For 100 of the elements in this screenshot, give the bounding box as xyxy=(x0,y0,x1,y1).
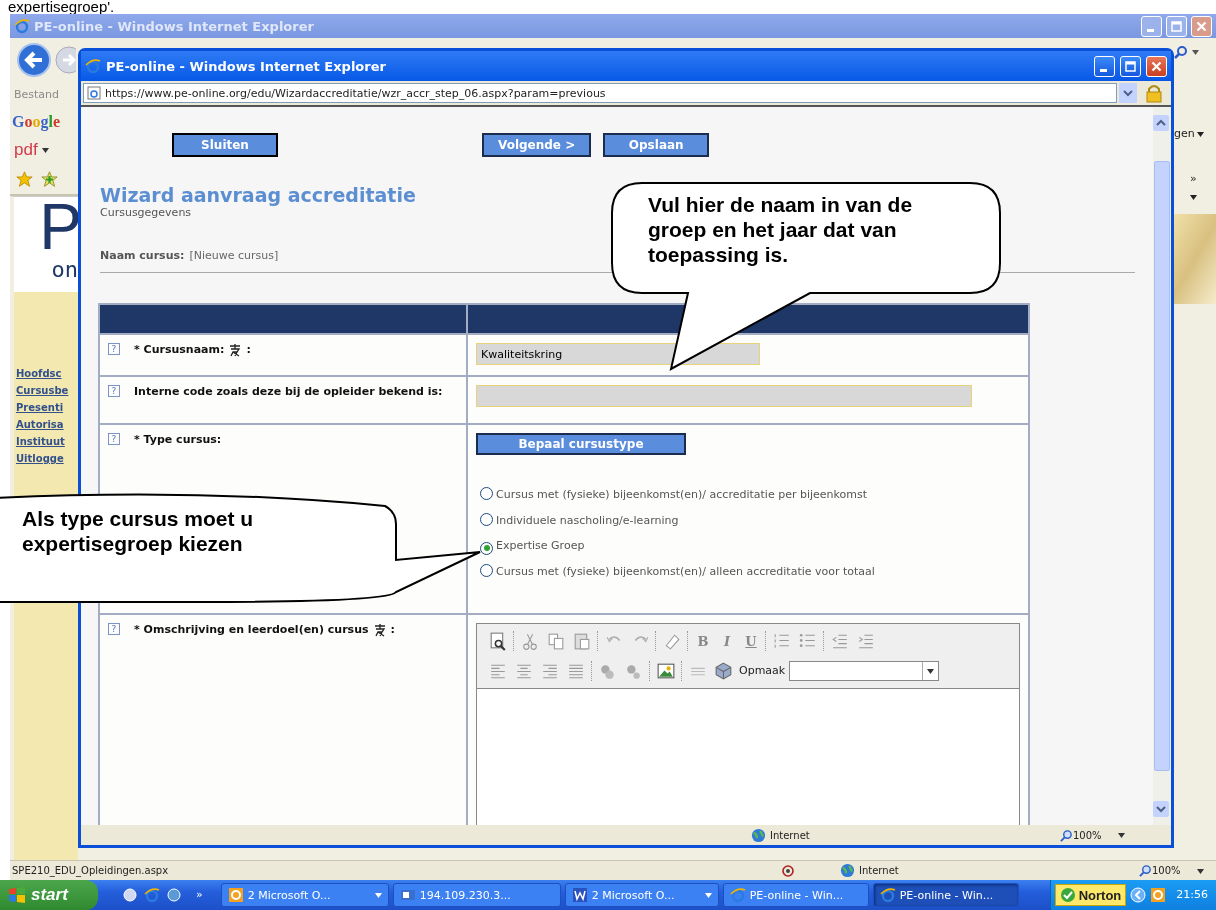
maximize-button[interactable] xyxy=(1120,55,1141,77)
label-colon: : xyxy=(390,623,395,636)
globe-icon xyxy=(751,827,766,843)
window-title: PE-online - Windows Internet Explorer xyxy=(34,18,315,34)
caret-icon xyxy=(1196,131,1204,137)
italic-button[interactable]: I xyxy=(717,633,737,649)
help-icon[interactable]: ? xyxy=(108,433,120,445)
caret-icon xyxy=(374,892,382,898)
toolbar-menu[interactable]: pdf xyxy=(14,140,38,160)
close-icon xyxy=(1151,60,1162,72)
quick-launch-icon[interactable] xyxy=(166,887,182,903)
close-icon xyxy=(1196,20,1207,32)
caret-icon xyxy=(704,892,712,898)
next-button[interactable]: Volgende > xyxy=(482,133,592,157)
forward-button[interactable] xyxy=(54,45,76,75)
tray-icon[interactable] xyxy=(1150,887,1167,903)
save-button[interactable]: Opslaan xyxy=(603,133,710,157)
sidebar-link[interactable]: Autorisa xyxy=(14,419,78,430)
text-field[interactable]: Kwaliteitskring xyxy=(476,343,760,365)
underline-button[interactable]: U xyxy=(741,633,761,649)
help-icon[interactable]: ? xyxy=(108,385,120,397)
app-icon xyxy=(227,887,244,903)
search-icon[interactable] xyxy=(1174,45,1188,59)
glyph-icon xyxy=(228,343,243,357)
label-colon: : xyxy=(246,343,251,356)
star-icon[interactable] xyxy=(16,170,33,188)
norton-button[interactable]: Norton xyxy=(1054,884,1127,906)
overflow-chevron[interactable]: » xyxy=(1190,170,1197,187)
address-field[interactable]: https://www.pe-online.org/edu/Wizardaccreditatie/wzr_accr_step_06.aspx?param=previous xyxy=(83,83,1117,103)
taskbar-button[interactable]: PE-online - Win... xyxy=(872,883,1019,907)
text-field[interactable] xyxy=(476,385,972,407)
security-zone: Internet xyxy=(770,828,811,843)
help-icon[interactable]: ? xyxy=(108,343,120,355)
choose-type-button[interactable]: Bepaal cursustype xyxy=(476,433,686,455)
callout-text: Vul hier de naam in van de groep en het jaar dat van toepassing is. xyxy=(648,192,914,267)
minimize-button[interactable] xyxy=(1094,55,1115,77)
sidebar-link[interactable]: Uitlogge xyxy=(14,453,78,464)
zoom-level[interactable]: 100% xyxy=(1073,827,1102,843)
app-icon xyxy=(571,887,588,903)
radio-button[interactable] xyxy=(480,541,493,555)
field-label: * Type cursus: xyxy=(134,433,222,446)
window-icon xyxy=(1171,20,1182,32)
option-label: Cursus met (fysieke) bijeenkomst(en)/ alleen accreditatie voor totaal xyxy=(496,564,875,578)
callout-text: Als type cursus moet u expertisegroep kiezen xyxy=(22,506,255,556)
security-zone: Internet xyxy=(859,864,900,878)
help-icon[interactable]: ? xyxy=(108,623,120,635)
scrollbar-thumb[interactable] xyxy=(1154,161,1170,771)
bold-button[interactable]: B xyxy=(693,633,713,649)
field-label: Interne code zoals deze bij de opleider bekend is: xyxy=(134,385,443,398)
minimize-icon xyxy=(1099,68,1107,72)
option-label: Individuele nascholing/e-learning xyxy=(496,513,679,527)
page-heading: Wizard aanvraag accreditatie xyxy=(100,185,416,205)
toolbar-menu[interactable]: gen xyxy=(1174,126,1195,143)
scroll-up-button[interactable] xyxy=(1153,115,1169,131)
globe-icon xyxy=(840,863,855,878)
overflow-chevron[interactable]: » xyxy=(196,886,203,904)
zoom-level[interactable]: 100% xyxy=(1152,863,1181,878)
quick-launch-icon[interactable] xyxy=(122,887,138,903)
sidebar-link[interactable]: Cursusbe xyxy=(14,385,78,396)
dropdown-button[interactable] xyxy=(1119,83,1137,103)
zoom-icon xyxy=(1060,828,1073,842)
taskbar-button[interactable]: PE-online - Win... xyxy=(722,883,869,907)
sidebar-link[interactable]: Instituut xyxy=(14,436,78,447)
check-icon xyxy=(1059,887,1076,903)
close-button[interactable] xyxy=(1191,15,1212,37)
caret-icon xyxy=(927,668,935,674)
close-button[interactable]: Sluiten xyxy=(172,133,278,157)
glyph-icon xyxy=(372,623,387,637)
radio-button[interactable] xyxy=(480,487,493,500)
menu-item[interactable]: Bestand xyxy=(14,86,60,104)
ie-logo-icon xyxy=(729,887,746,903)
ie-logo-icon xyxy=(879,887,896,903)
option-label: Cursus met (fysieke) bijeenkomst(en)/ accreditatie per bijeenkomst xyxy=(496,488,867,501)
taskbar-button[interactable]: 2 Microsoft O... xyxy=(220,883,389,907)
start-button[interactable]: start xyxy=(0,880,98,910)
taskbar-button[interactable]: 2 Microsoft O... xyxy=(564,883,719,907)
minimize-icon xyxy=(1146,28,1154,32)
page-subheading: Cursusgegevens xyxy=(100,206,192,221)
ie-logo-icon[interactable] xyxy=(144,887,160,903)
radio-button[interactable] xyxy=(480,563,493,577)
scroll-down-button[interactable] xyxy=(1153,801,1169,817)
windows-flag-icon xyxy=(8,886,26,904)
sidebar-link[interactable]: Presenti xyxy=(14,402,78,413)
caret-icon xyxy=(1196,868,1204,874)
back-button[interactable] xyxy=(16,42,52,78)
app-icon xyxy=(399,887,416,903)
caret-icon xyxy=(1117,833,1125,838)
radio-button[interactable] xyxy=(480,512,493,526)
status-text: SPE210_EDU_Opleidingen.aspx xyxy=(11,864,170,878)
zoom-icon xyxy=(1139,864,1152,877)
address-text: https://www.pe-online.org/edu/Wizardaccreditatie/wzr_accr_step_06.aspx?param=previous xyxy=(105,86,606,100)
close-button[interactable] xyxy=(1146,55,1167,77)
field-value: [Nieuwe cursus] xyxy=(189,247,279,264)
clock: 21:56 xyxy=(1176,886,1208,903)
sidebar-link[interactable]: Hoofdsc xyxy=(14,368,78,379)
format-label: Opmaak xyxy=(739,662,786,679)
format-select[interactable] xyxy=(789,661,940,681)
add-favorite-icon[interactable] xyxy=(41,170,58,188)
option-label: Expertise Groep xyxy=(496,539,585,552)
taskbar-button[interactable]: 194.109.230.3... xyxy=(392,883,561,907)
